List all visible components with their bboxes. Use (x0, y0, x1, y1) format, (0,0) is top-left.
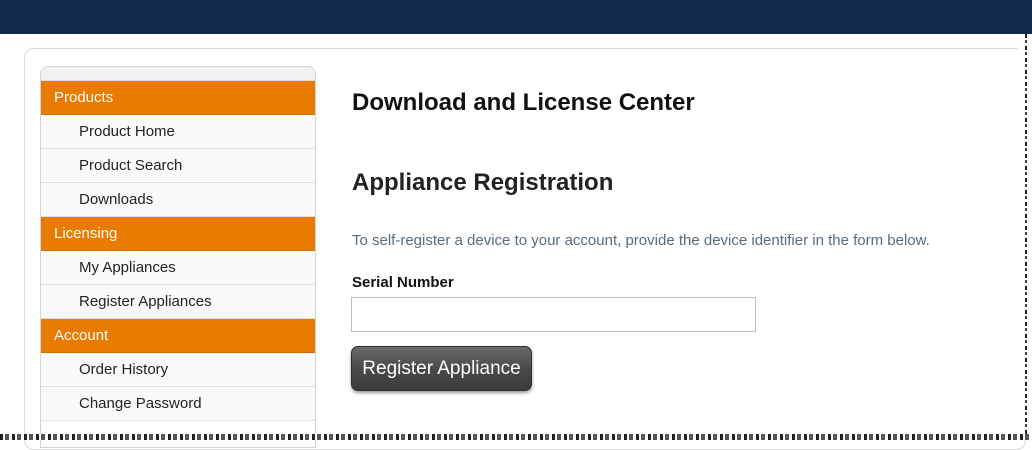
serial-number-input[interactable] (351, 297, 756, 332)
sidebar-top-strip (41, 67, 315, 81)
sidebar-header-products: Products (41, 81, 315, 115)
torn-edge-bottom (0, 434, 1032, 440)
serial-number-label: Serial Number (352, 274, 454, 291)
top-banner (0, 0, 1032, 34)
section-title: Appliance Registration (352, 169, 614, 196)
sidebar-header-licensing: Licensing (41, 217, 315, 251)
sidebar-item-downloads[interactable]: Downloads (41, 183, 315, 217)
register-appliance-button[interactable]: Register Appliance (351, 346, 532, 391)
sidebar-item-my-appliances[interactable]: My Appliances (41, 251, 315, 285)
sidebar-header-account: Account (41, 319, 315, 353)
sidebar-item-register-appliances[interactable]: Register Appliances (41, 285, 315, 319)
sidebar-item-product-home[interactable]: Product Home (41, 115, 315, 149)
torn-edge-right (1018, 34, 1032, 440)
intro-text: To self-register a device to your accoun… (352, 232, 930, 249)
page-title: Download and License Center (352, 89, 695, 116)
sidebar-item-product-search[interactable]: Product Search (41, 149, 315, 183)
sidebar-nav: Products Product Home Product Search Dow… (40, 66, 316, 448)
sidebar-item-order-history[interactable]: Order History (41, 353, 315, 387)
sidebar-item-change-password[interactable]: Change Password (41, 387, 315, 421)
